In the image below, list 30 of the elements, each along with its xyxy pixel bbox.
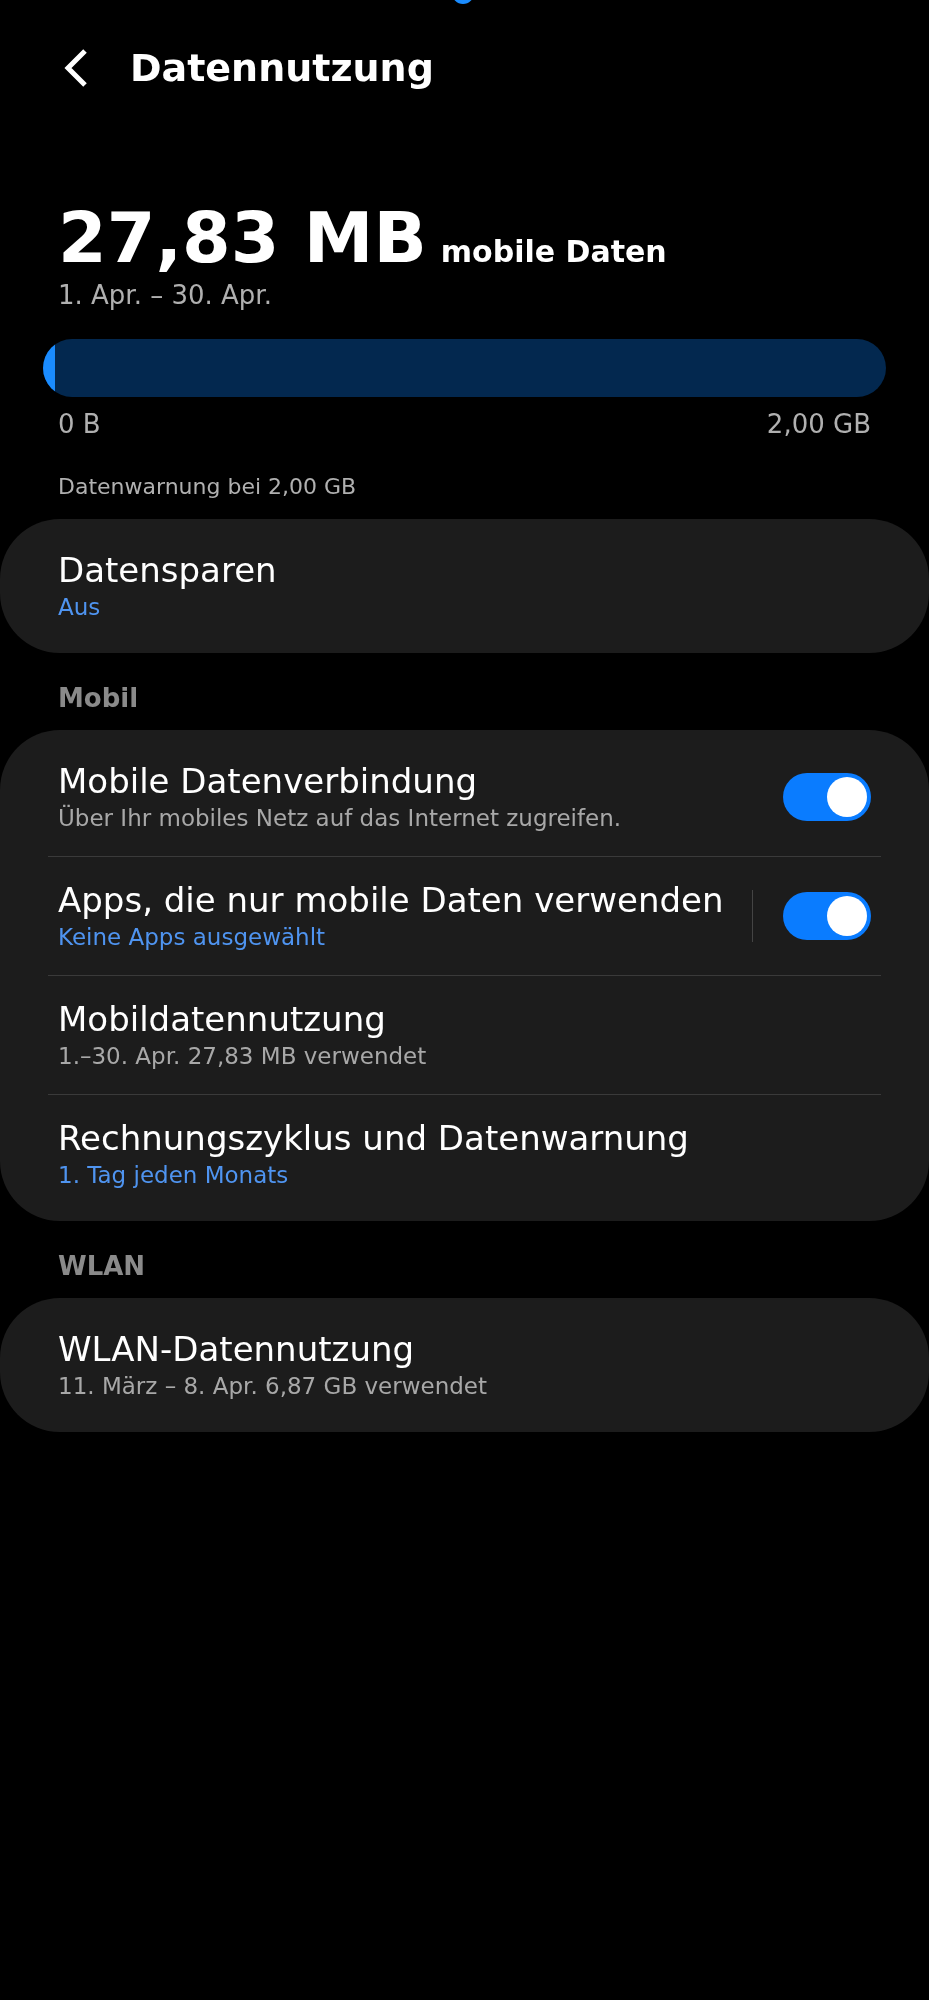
usage-amount: 27,83 MB — [58, 200, 427, 276]
row-title: Apps, die nur mobile Daten verwenden — [58, 879, 725, 921]
row-title: Mobile Datenverbindung — [58, 760, 478, 802]
toggle-switch[interactable] — [783, 773, 871, 821]
row-subtitle: Aus — [58, 593, 102, 622]
back-icon — [63, 48, 89, 88]
settings-row[interactable]: WLAN-Datennutzung 11. März – 8. Apr. 6,87 GB verwendet — [10, 1306, 919, 1424]
settings-row[interactable]: Mobile Datenverbindung Über Ihr mobiles Netz auf das Internet zugreifen. — [10, 738, 919, 856]
row-title: WLAN-Datennutzung — [58, 1328, 416, 1370]
page-title: Datennutzung — [130, 44, 434, 92]
settings-row[interactable]: Datensparen Aus — [10, 527, 919, 645]
row-title: Datensparen — [58, 549, 278, 591]
warning-text: Datenwarnung bei 2,00 GB — [58, 474, 357, 499]
row-title: Rechnungszyklus und Datenwarnung — [58, 1117, 690, 1159]
row-subtitle: 1. Tag jeden Monats — [58, 1161, 290, 1190]
row-subtitle: 11. März – 8. Apr. 6,87 GB verwendet — [58, 1372, 488, 1401]
settings-row[interactable]: Apps, die nur mobile Daten verwenden Keine Apps ausgewählt — [10, 857, 919, 975]
bar-min-label: 0 B — [58, 408, 101, 441]
bar-max-label: 2,00 GB — [766, 408, 871, 441]
settings-row[interactable]: Rechnungszyklus und Datenwarnung 1. Tag jeden Monats — [10, 1095, 919, 1213]
row-subtitle: Über Ihr mobiles Netz auf das Internet zugreifen. — [58, 803, 623, 833]
row-subtitle: 1.–30. Apr. 27,83 MB verwendet — [58, 1042, 428, 1071]
section-heading: Mobil — [58, 683, 139, 713]
settings-row[interactable]: Mobildatennutzung 1.–30. Apr. 27,83 MB verwendet — [10, 976, 919, 1094]
toggle-switch[interactable] — [783, 892, 871, 940]
usage-period: 1. Apr. – 30. Apr. — [58, 280, 272, 310]
usage-unit: mobile Daten — [440, 233, 667, 271]
row-subtitle: Keine Apps ausgewählt — [58, 923, 327, 952]
row-title: Mobildatennutzung — [58, 998, 387, 1040]
section-heading: WLAN — [58, 1251, 146, 1281]
